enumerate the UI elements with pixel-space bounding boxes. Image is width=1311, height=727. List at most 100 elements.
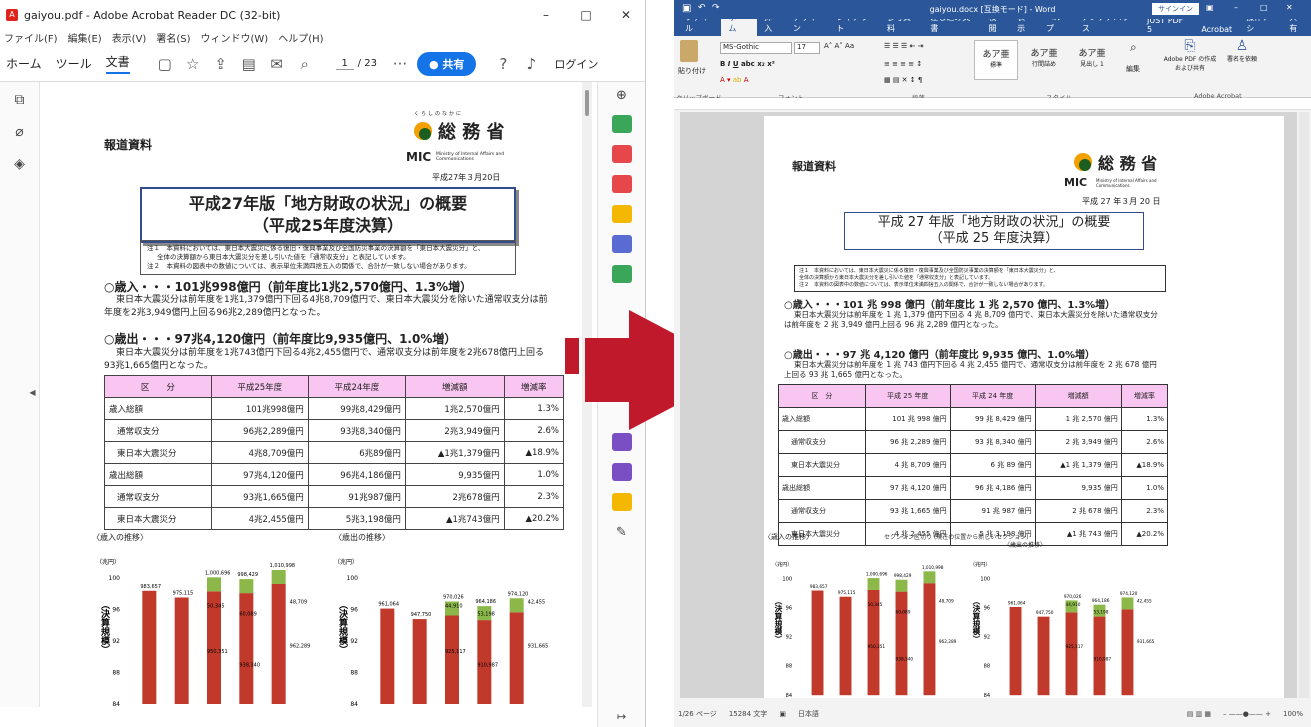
- y-tick-label: 96: [350, 606, 358, 613]
- undo-icon[interactable]: ↶: [698, 3, 706, 13]
- tab-tools[interactable]: ツール: [56, 55, 92, 72]
- redo-icon[interactable]: ↷: [712, 3, 720, 13]
- word-maximize-button[interactable]: □: [1260, 3, 1268, 12]
- zoom-icon[interactable]: ⌕: [294, 53, 316, 75]
- style-no-spacing[interactable]: あア亜 行間詰め: [1022, 40, 1066, 80]
- tab-acrobat[interactable]: Acrobat: [1194, 23, 1239, 36]
- layers-icon[interactable]: ◈: [0, 156, 39, 172]
- w-org-name: 総 務 省: [1098, 154, 1158, 173]
- align-icons[interactable]: ≡ ≡ ≡ ≡ ↕: [884, 60, 922, 68]
- collapse-right-panel-icon[interactable]: ↦: [598, 710, 645, 723]
- maximize-button[interactable]: □: [566, 0, 606, 30]
- bar-disaster-segment: [207, 577, 221, 592]
- grow-font-icon[interactable]: A˄ A˅ Aa: [824, 42, 854, 50]
- ribbon-display-icon[interactable]: ▣: [1206, 3, 1214, 12]
- word-scrollbar[interactable]: [1299, 112, 1309, 698]
- mail-icon[interactable]: ✉: [266, 53, 288, 75]
- signin-button[interactable]: サインイン: [1152, 3, 1199, 15]
- bar-value-label: 947,750: [411, 612, 432, 618]
- y-tick-label: 84: [984, 693, 990, 698]
- status-page[interactable]: 1/26 ページ: [678, 709, 717, 719]
- collapse-left-panel-icon[interactable]: ◀: [26, 388, 39, 397]
- table-cell: 4兆8,709億円: [210, 441, 309, 464]
- font-color-icon[interactable]: A ▾ ab A: [720, 76, 749, 84]
- combine-files-icon[interactable]: [611, 235, 632, 253]
- list-icons[interactable]: ☰ ☰ ☰ ⇤ ⇥: [884, 42, 923, 50]
- bar-disaster-segment: [1121, 597, 1134, 610]
- send-review-icon[interactable]: [611, 493, 632, 511]
- word-ribbon: 貼り付け MS-Gothic 17 A˄ A˅ Aa B I U abc x₂ …: [674, 36, 1311, 102]
- menu-edit[interactable]: 編集(E): [68, 30, 102, 46]
- y-axis-label: （決算規模）: [337, 600, 349, 654]
- save-icon[interactable]: ▢: [154, 53, 176, 75]
- menu-help[interactable]: ヘルプ(H): [278, 30, 323, 46]
- page-number-input[interactable]: 1: [335, 58, 354, 70]
- word-minimize-button[interactable]: –: [1234, 3, 1238, 12]
- word-close-button[interactable]: ✕: [1286, 3, 1293, 12]
- tab-document[interactable]: 文書: [105, 53, 130, 74]
- help-icon[interactable]: ?: [492, 53, 514, 75]
- w-note-1b: 全体の決算額から東日本大震災分を差し引いた値を「通常収支分」と表記しています。: [799, 275, 994, 281]
- style-heading1[interactable]: あア亜 見出し 1: [1070, 40, 1114, 80]
- export-pdf-icon[interactable]: [611, 115, 632, 133]
- adobe-pdf-button[interactable]: ⎘ Adobe PDF の作成および共有: [1162, 38, 1218, 72]
- pages-panel-icon[interactable]: ⧉: [0, 92, 39, 108]
- notification-bell-icon[interactable]: ♪: [520, 53, 542, 75]
- w-table-cell: 東日本大震災分: [778, 453, 866, 477]
- table-header-cell: 区 分: [104, 375, 212, 398]
- proofing-icon[interactable]: ▣: [779, 710, 786, 718]
- format-buttons[interactable]: B I U abc x₂ x²: [720, 60, 775, 68]
- zoom-slider[interactable]: – ——●—— +: [1223, 710, 1271, 718]
- close-button[interactable]: ✕: [606, 0, 646, 30]
- comment-icon[interactable]: [611, 205, 632, 223]
- acrobat-left-panel: ⧉ ⌀ ◈ ◀: [0, 82, 40, 707]
- doc-title-line2: （平成25年度決算）: [252, 216, 404, 235]
- zoom-in-icon[interactable]: ⊕: [598, 88, 645, 103]
- shading-icons[interactable]: ▦ ▤ ✕ ↕ ¶: [884, 76, 922, 84]
- status-words[interactable]: 15284 文字: [729, 709, 768, 719]
- w-chart-rev-title: 〈歳入の推移〉: [764, 533, 813, 541]
- compress-icon[interactable]: [611, 265, 632, 283]
- menu-sign[interactable]: 署名(S): [156, 30, 190, 46]
- y-axis-label: （決算規模）: [99, 600, 111, 654]
- upload-icon[interactable]: ⇪: [210, 53, 232, 75]
- paste-label[interactable]: 貼り付け: [678, 66, 706, 76]
- create-pdf-icon[interactable]: [611, 175, 632, 193]
- zoom-level[interactable]: 100%: [1283, 710, 1303, 718]
- bookmark-star-icon[interactable]: ☆: [182, 53, 204, 75]
- organize-pages-icon[interactable]: [611, 145, 632, 163]
- style-normal[interactable]: あア亜 標準: [974, 40, 1018, 80]
- menu-view[interactable]: 表示(V): [112, 30, 147, 46]
- w-table-cell: 97 兆 4,120 億円: [864, 476, 951, 500]
- attachments-icon[interactable]: ⌀: [0, 124, 39, 140]
- find-icon[interactable]: ⌕: [1130, 40, 1137, 55]
- signature-icon[interactable]: [611, 463, 632, 481]
- font-name-select[interactable]: MS-Gothic: [720, 42, 792, 54]
- word-save-icon[interactable]: ▣: [682, 3, 691, 14]
- font-size-select[interactable]: 17: [794, 42, 820, 54]
- doc-title-box: 平成27年版「地方財政の状況」の概要 （平成25年度決算）: [140, 187, 516, 243]
- pdf-scrollbar-thumb[interactable]: [585, 90, 589, 116]
- share-button[interactable]: ● 共有: [416, 51, 477, 76]
- acrobat-title: gaiyou.pdf - Adobe Acrobat Reader DC (32…: [24, 8, 281, 22]
- status-language[interactable]: 日本語: [798, 709, 819, 719]
- menu-file[interactable]: ファイル(F): [4, 30, 58, 46]
- table-header-row: 区 分 平成25年度 平成24年度 増減額 増減率: [104, 375, 565, 398]
- paste-icon[interactable]: [680, 40, 698, 62]
- more-icon[interactable]: ···: [389, 53, 411, 75]
- tab-home[interactable]: ホーム: [6, 55, 42, 72]
- view-icons[interactable]: ▤ ▥ ▦: [1187, 710, 1211, 718]
- word-title: gaiyou.docx [互換モード] - Word: [929, 5, 1056, 14]
- print-icon[interactable]: ▤: [238, 53, 260, 75]
- w-table-row: 通常収支分 93 兆 1,665 億円 91 兆 987 億円 2 兆 678 億円 2…: [778, 499, 1169, 523]
- w-table-row: 歳出総額 97 兆 4,120 億円 96 兆 4,186 億円 9,935 億円 1.…: [778, 476, 1169, 500]
- menu-window[interactable]: ウィンドウ(W): [201, 30, 269, 46]
- edit-label[interactable]: 編集: [1126, 64, 1140, 74]
- minimize-button[interactable]: –: [526, 0, 566, 30]
- sign-request-button[interactable]: ♙ 署名を依頼: [1222, 38, 1262, 63]
- login-link[interactable]: ログイン: [554, 56, 598, 72]
- more-tools-icon[interactable]: ✎: [598, 525, 645, 540]
- horizontal-ruler[interactable]: [674, 98, 1311, 110]
- chart-exp-title: 〈歳出の推移〉: [334, 533, 390, 542]
- sign-request-label: 署名を依頼: [1226, 56, 1257, 63]
